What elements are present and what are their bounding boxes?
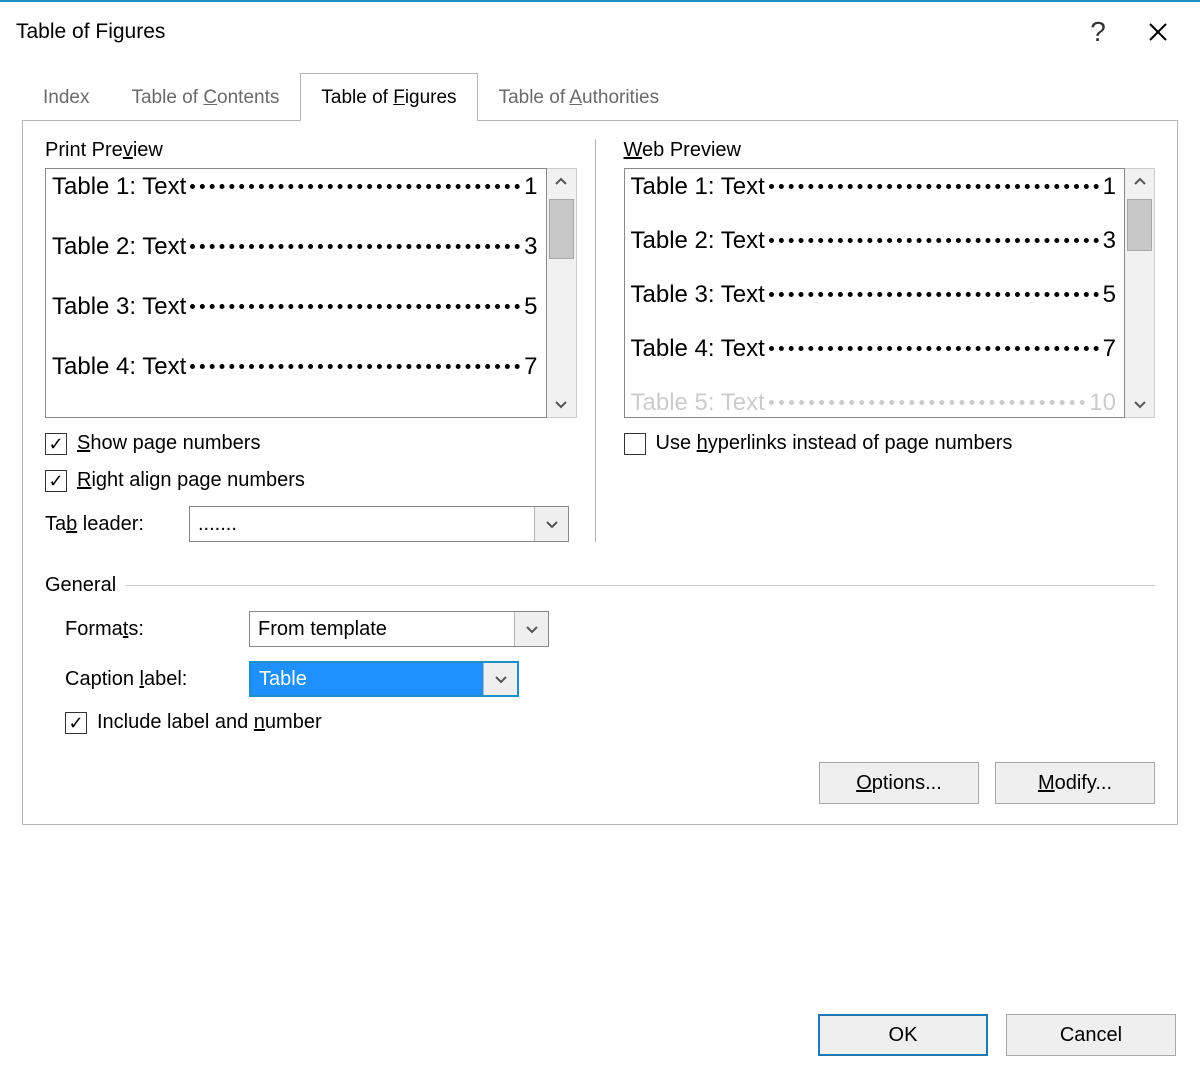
help-icon: ? — [1090, 16, 1106, 48]
table-row: Table 5: Text10 — [631, 389, 1117, 417]
dropdown-arrow — [514, 612, 548, 646]
web-preview-box: Table 1: Text1 Table 2: Text3 Table 3: T… — [624, 168, 1126, 418]
cancel-button[interactable]: Cancel — [1006, 1014, 1176, 1056]
dialog-footer: OK Cancel — [0, 992, 1200, 1078]
tab-leader-select[interactable]: ....... — [189, 506, 569, 542]
tab-table-of-figures[interactable]: Table of Figures — [300, 73, 477, 121]
scroll-track[interactable] — [1125, 195, 1154, 391]
formats-row: Formats: From template — [65, 611, 1155, 647]
scroll-track[interactable] — [547, 195, 576, 391]
formats-label: Formats: — [65, 618, 235, 641]
print-preview-scrollbar[interactable] — [547, 168, 577, 418]
use-hyperlinks-checkbox[interactable]: Use hyperlinks instead of page numbers — [624, 432, 1156, 455]
chevron-down-icon — [524, 621, 540, 637]
chevron-down-icon — [553, 396, 569, 412]
general-section: Formats: From template Caption label: Ta… — [45, 611, 1155, 734]
ok-button[interactable]: OK — [818, 1014, 988, 1056]
chevron-up-icon — [1132, 174, 1148, 190]
dialog-title: Table of Figures — [16, 20, 1068, 44]
table-row: Table 4: Text7 — [631, 335, 1117, 363]
tab-leader-label: Tab leader: — [45, 513, 175, 536]
table-row: Table 2: Text3 — [52, 233, 538, 261]
right-align-page-numbers-checkbox[interactable]: Right align page numbers — [45, 469, 577, 492]
web-preview-scrollbar[interactable] — [1125, 168, 1155, 418]
chevron-down-icon — [544, 516, 560, 532]
checkbox-icon — [45, 433, 67, 455]
close-icon — [1146, 20, 1170, 44]
tab-leader-value: ....... — [190, 507, 534, 541]
caption-label-row: Caption label: Table — [65, 661, 1155, 697]
help-button[interactable]: ? — [1068, 12, 1128, 52]
general-header: General — [45, 574, 1155, 597]
formats-value: From template — [250, 612, 514, 646]
print-preview-label: Print Preview — [45, 139, 577, 162]
scroll-up-button[interactable] — [1125, 169, 1154, 195]
chevron-down-icon — [493, 671, 509, 687]
checkbox-icon — [624, 433, 646, 455]
tab-panel: Print Preview Table 1: Text1 Table 2: Te… — [22, 120, 1178, 825]
table-row: Table 3: Text5 — [52, 293, 538, 321]
include-label-number-checkbox[interactable]: Include label and number — [65, 711, 1155, 734]
table-row: Table 2: Text3 — [631, 227, 1117, 255]
titlebar: Table of Figures ? — [0, 2, 1200, 62]
formats-select[interactable]: From template — [249, 611, 549, 647]
modify-button[interactable]: Modify... — [995, 762, 1155, 804]
chevron-up-icon — [553, 174, 569, 190]
scroll-thumb[interactable] — [549, 199, 574, 259]
dropdown-arrow — [534, 507, 568, 541]
close-button[interactable] — [1128, 12, 1188, 52]
checkbox-icon — [45, 470, 67, 492]
print-preview-box: Table 1: Text1 Table 2: Text3 Table 3: T… — [45, 168, 547, 418]
web-preview-label: Web Preview — [624, 139, 1156, 162]
print-preview-column: Print Preview Table 1: Text1 Table 2: Te… — [45, 139, 596, 542]
dialog-table-of-figures: Table of Figures ? Index Table of Conten… — [0, 0, 1200, 1078]
scroll-down-button[interactable] — [547, 391, 576, 417]
caption-label-value: Table — [251, 663, 483, 695]
table-row: Table 4: Text7 — [52, 353, 538, 381]
dialog-content: Index Table of Contents Table of Figures… — [0, 62, 1200, 992]
web-preview-column: Web Preview Table 1: Text1 Table 2: Text… — [624, 139, 1156, 542]
scroll-thumb[interactable] — [1127, 199, 1152, 251]
show-page-numbers-checkbox[interactable]: Show page numbers — [45, 432, 577, 455]
checkbox-icon — [65, 712, 87, 734]
tab-leader-row: Tab leader: ....... — [45, 506, 577, 542]
table-row: Table 3: Text5 — [631, 281, 1117, 309]
caption-label-label: Caption label: — [65, 668, 235, 691]
options-button[interactable]: Options... — [819, 762, 979, 804]
secondary-actions: Options... Modify... — [45, 762, 1155, 804]
table-row: Table 1: Text1 — [631, 173, 1117, 201]
caption-label-select[interactable]: Table — [249, 661, 519, 697]
tab-table-of-authorities[interactable]: Table of Authorities — [478, 73, 681, 121]
table-row: Table 1: Text1 — [52, 173, 538, 201]
tab-bar: Index Table of Contents Table of Figures… — [22, 72, 1178, 120]
chevron-down-icon — [1132, 396, 1148, 412]
previews: Print Preview Table 1: Text1 Table 2: Te… — [45, 139, 1155, 542]
tab-index[interactable]: Index — [22, 73, 110, 121]
dropdown-arrow — [483, 663, 517, 695]
scroll-up-button[interactable] — [547, 169, 576, 195]
tab-table-of-contents[interactable]: Table of Contents — [110, 73, 300, 121]
scroll-down-button[interactable] — [1125, 391, 1154, 417]
